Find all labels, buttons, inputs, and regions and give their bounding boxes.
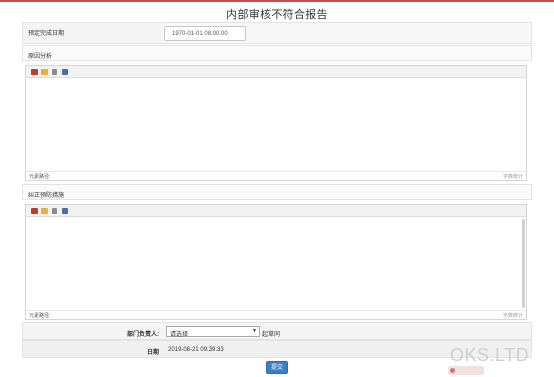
submit-button[interactable]: 提交 xyxy=(266,361,288,374)
editor-scrollbar[interactable] xyxy=(522,219,525,308)
element-path-label: 元素路径: xyxy=(29,174,51,180)
planned-date-row: 预定完成日期 1970-01-01 08:00:00 xyxy=(22,22,532,44)
planned-date-input[interactable]: 1970-01-01 08:00:00 xyxy=(164,26,246,41)
date-label: 日期 xyxy=(146,350,159,356)
word-count-label: 字数统计 xyxy=(502,313,523,319)
corrective-editor-toolbar xyxy=(26,205,526,217)
image-icon[interactable] xyxy=(31,208,38,214)
cause-analysis-editor[interactable]: 元素路径: 字数统计 xyxy=(25,65,527,181)
cause-analysis-label: 原因分析 xyxy=(28,54,53,60)
cause-analysis-header: 原因分析 xyxy=(22,45,532,61)
cause-editor-statusbar: 元素路径: 字数统计 xyxy=(26,171,526,180)
top-accent-line xyxy=(0,0,554,2)
watermark-text: OKS.LTD xyxy=(450,345,530,365)
department-head-row: 部门负责人: 请选择 ▼ 起草同 xyxy=(22,322,532,340)
chevron-down-icon: ▼ xyxy=(252,328,257,334)
department-head-select[interactable]: 请选择 ▼ xyxy=(166,326,260,338)
image-icon[interactable] xyxy=(31,69,38,75)
corrective-action-label: 纠正预防措施 xyxy=(28,193,65,199)
department-next-label: 起草同 xyxy=(262,332,281,338)
page-title: 内部审核不符合报告 xyxy=(226,9,328,21)
select-value: 请选择 xyxy=(170,332,189,338)
badge-dot-icon xyxy=(450,368,455,373)
planned-date-label-cell: 预定完成日期 xyxy=(23,23,163,43)
watermark-badge xyxy=(448,366,484,375)
cause-editor-toolbar xyxy=(26,66,526,78)
folder-image-icon[interactable] xyxy=(41,69,48,75)
department-head-label: 部门负责人: xyxy=(127,332,159,338)
element-path-label: 元素路径: xyxy=(29,313,51,319)
attachment-icon[interactable] xyxy=(52,69,57,75)
document-icon[interactable] xyxy=(62,208,68,214)
folder-image-icon[interactable] xyxy=(41,208,48,214)
corrective-editor-statusbar: 元素路径: 字数统计 xyxy=(26,310,526,319)
planned-date-label: 预定完成日期 xyxy=(28,31,65,37)
corrective-action-header: 纠正预防措施 xyxy=(22,184,532,200)
attachment-icon[interactable] xyxy=(52,208,57,214)
word-count-label: 字数统计 xyxy=(502,174,523,180)
date-value: 2019-08-21 09:39:33 xyxy=(168,347,224,353)
cause-editor-area[interactable] xyxy=(26,78,526,171)
corrective-action-editor[interactable]: 元素路径: 字数统计 xyxy=(25,204,527,320)
corrective-editor-area[interactable] xyxy=(26,217,526,310)
document-icon[interactable] xyxy=(62,69,68,75)
